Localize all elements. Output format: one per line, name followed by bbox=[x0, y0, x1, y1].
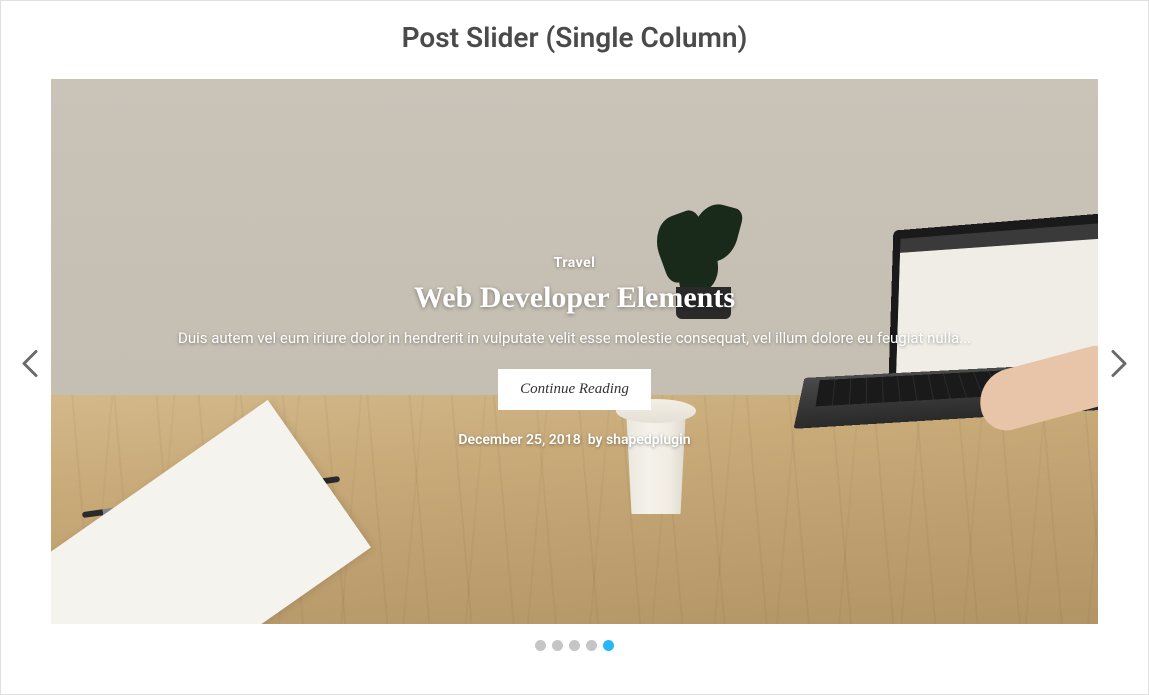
pagination-dot-5[interactable] bbox=[603, 640, 614, 651]
pagination-dots bbox=[51, 640, 1098, 651]
pagination-dot-2[interactable] bbox=[552, 640, 563, 651]
continue-reading-button[interactable]: Continue Reading bbox=[498, 369, 651, 410]
chevron-left-icon bbox=[21, 349, 39, 379]
prev-arrow-button[interactable] bbox=[11, 339, 49, 392]
pagination-dot-4[interactable] bbox=[586, 640, 597, 651]
slide-title[interactable]: Web Developer Elements bbox=[414, 281, 735, 315]
section-heading: Post Slider (Single Column) bbox=[1, 21, 1148, 54]
slide-meta: December 25, 2018 by shapedplugin bbox=[458, 432, 690, 448]
slide-category[interactable]: Travel bbox=[554, 255, 596, 271]
slider-container: Post Slider (Single Column) bbox=[0, 0, 1149, 695]
slide-author[interactable]: shapedplugin bbox=[606, 432, 691, 448]
slide-content: Travel Web Developer Elements Duis autem… bbox=[51, 79, 1098, 624]
pagination-dot-1[interactable] bbox=[535, 640, 546, 651]
slide-excerpt: Duis autem vel eum iriure dolor in hendr… bbox=[178, 329, 971, 347]
chevron-right-icon bbox=[1110, 349, 1128, 379]
slide-date: December 25, 2018 bbox=[458, 432, 580, 448]
slide: Travel Web Developer Elements Duis autem… bbox=[51, 79, 1098, 624]
pagination-dot-3[interactable] bbox=[569, 640, 580, 651]
by-label: by bbox=[588, 432, 603, 448]
next-arrow-button[interactable] bbox=[1100, 339, 1138, 392]
slider-wrapper: Travel Web Developer Elements Duis autem… bbox=[1, 79, 1148, 651]
